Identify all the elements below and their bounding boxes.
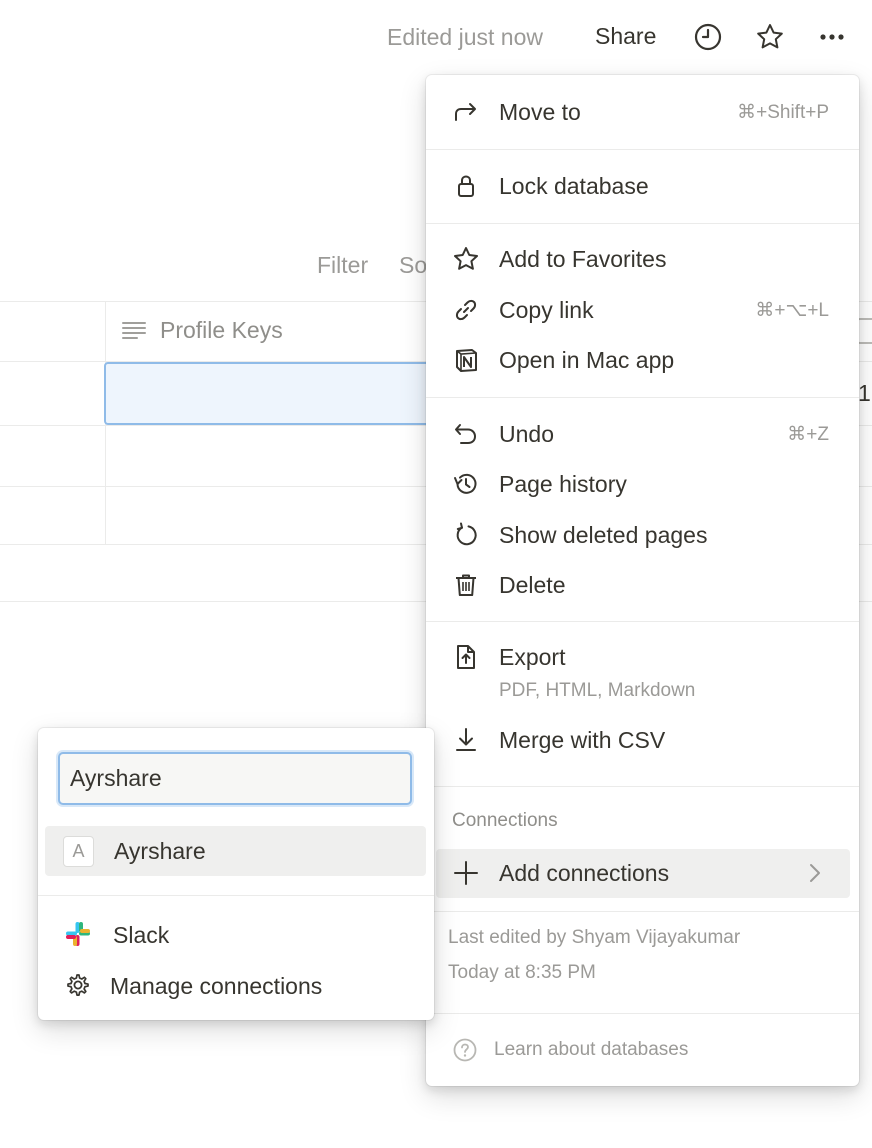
last-edited-by: Last edited by Shyam Vijayakumar [448,927,741,948]
menu-item-delete[interactable]: Delete [426,562,859,608]
menu-item-label: Undo [499,420,554,447]
sort-button[interactable]: So [399,252,427,279]
menu-item-open-in-mac-app[interactable]: Open in Mac app [426,337,859,383]
menu-item-label: Delete [499,571,566,598]
history-icon [450,468,482,500]
column-header-label: Profile Keys [160,316,283,343]
menu-item-label: Add to Favorites [499,245,667,272]
download-icon [450,724,482,756]
help-circle-icon [453,1038,477,1062]
trash-icon [450,569,482,601]
menu-item-label: Lock database [499,172,649,199]
gear-icon [62,969,94,1001]
export-formats: PDF, HTML, Markdown [499,680,696,701]
menu-item-add-connections[interactable]: Add connections [436,849,850,898]
menu-item-undo[interactable]: Undo ⌘+Z [426,411,859,457]
menu-item-copy-link[interactable]: Copy link ⌘+⌥+L [426,287,859,333]
menu-item-label: Show deleted pages [499,521,708,548]
shortcut-text: ⌘+Z [787,423,829,445]
cell-value: 1 [858,380,871,406]
top-bar: Edited just now Share [0,0,872,74]
star-icon [450,243,482,275]
menu-item-show-deleted-pages[interactable]: Show deleted pages [426,512,859,558]
menu-divider [426,621,859,622]
arrow-turn-right-icon [450,96,482,128]
connection-item-slack[interactable]: Slack [38,911,434,957]
connections-search-input[interactable] [58,752,412,805]
menu-item-add-to-favorites[interactable]: Add to Favorites [426,236,859,282]
connection-result-label: Ayrshare [114,838,206,864]
connection-result-ayrshare[interactable]: A Ayrshare [45,826,426,876]
chevron-right-icon [810,864,820,882]
filter-button[interactable]: Filter [317,252,368,279]
menu-divider [426,1013,859,1014]
menu-item-label: Merge with CSV [499,726,666,753]
menu-divider [426,397,859,398]
slack-logo-icon [62,918,94,950]
manage-connections-button[interactable]: Manage connections [38,962,434,1008]
connections-heading: Connections [452,810,558,831]
export-file-icon [450,641,482,673]
text-lines-icon [122,322,146,339]
menu-item-label: Export [499,643,566,670]
last-edited-time: Today at 8:35 PM [448,962,596,983]
shortcut-text: ⌘+Shift+P [737,101,829,123]
notion-logo-icon [450,344,482,376]
star-icon[interactable] [754,20,786,54]
learn-label: Learn about databases [494,1039,689,1060]
menu-divider [426,223,859,224]
ayrshare-avatar: A [63,836,94,867]
menu-item-label: Add connections [499,860,670,886]
link-icon [450,294,482,326]
menu-divider [426,911,859,912]
menu-item-label: Move to [499,98,581,125]
menu-item-lock-database[interactable]: Lock database [426,163,859,209]
page-options-menu: Move to ⌘+Shift+P Lock database Add to F… [426,75,859,1086]
undo-icon [450,418,482,450]
menu-item-label: Open in Mac app [499,346,675,373]
selected-cell[interactable] [104,362,434,425]
lock-icon [450,170,482,202]
menu-item-label: Page history [499,470,627,497]
column-header-profile-keys[interactable]: Profile Keys [120,316,283,344]
shortcut-text: ⌘+⌥+L [755,299,829,321]
popover-divider [38,895,434,896]
learn-about-databases-link[interactable]: Learn about databases [452,1037,688,1063]
clock-icon[interactable] [692,20,724,54]
edited-status: Edited just now [387,24,543,50]
restore-icon [450,519,482,551]
plus-icon [450,857,482,889]
menu-item-merge-with-csv[interactable]: Merge with CSV [426,717,859,763]
more-icon[interactable] [816,20,848,54]
menu-item-page-history[interactable]: Page history [426,461,859,507]
manage-connections-label: Manage connections [110,973,323,999]
share-button[interactable]: Share [595,23,656,50]
connection-item-label: Slack [113,922,170,948]
menu-divider [426,786,859,787]
menu-item-move-to[interactable]: Move to ⌘+Shift+P [426,89,859,135]
menu-divider [426,149,859,150]
connections-popover: A Ayrshare Slack Manage connections [38,728,434,1020]
menu-item-label: Copy link [499,296,594,323]
menu-item-export[interactable]: Export [426,634,859,680]
